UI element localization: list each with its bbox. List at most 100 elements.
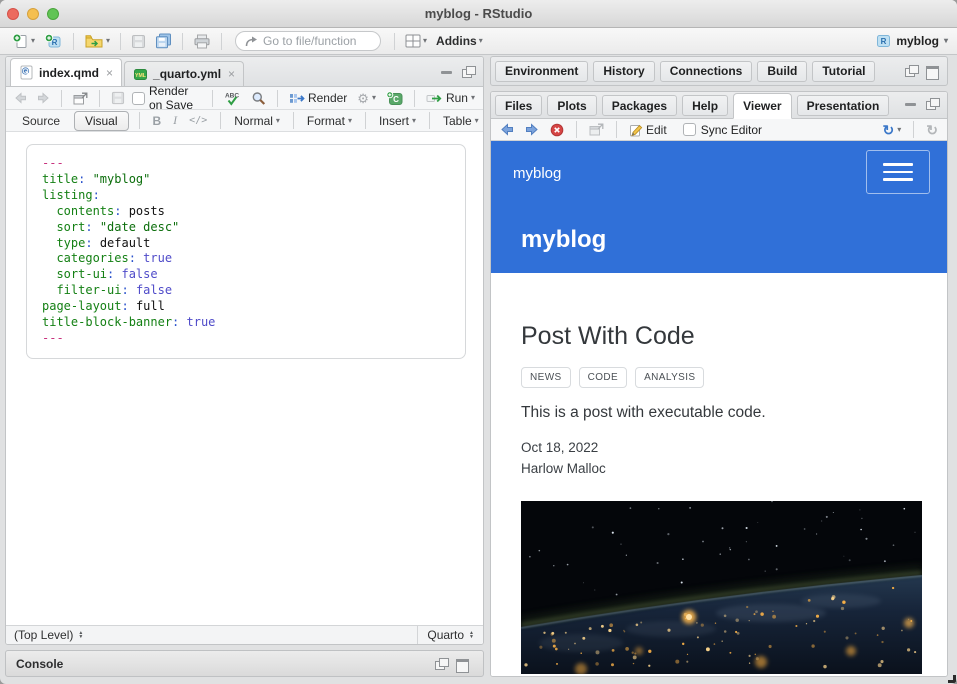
editor-tabstrip: index.qmd × YML _quarto.yml × [6, 57, 483, 87]
insert-chunk-button[interactable]: C [383, 90, 406, 107]
source-mode-toggle[interactable]: Source [14, 112, 68, 130]
visual-editor-canvas[interactable]: ---title: "myblog"listing: contents: pos… [6, 132, 483, 625]
close-tab-icon[interactable]: × [106, 66, 113, 80]
open-file-button[interactable]: ▾ [81, 31, 113, 51]
back-icon [14, 92, 27, 104]
viewer-sync-button[interactable]: ↻ ▾ [880, 122, 905, 138]
tab-build[interactable]: Build [757, 61, 807, 82]
addins-button[interactable]: Addins ▾ [433, 32, 486, 50]
render-options-button[interactable]: ⚙ ▾ [354, 91, 379, 106]
minimize-pane-icon[interactable] [439, 66, 454, 78]
caret-icon: ▾ [944, 37, 948, 45]
print-button[interactable] [190, 32, 214, 51]
workspace-panes-button[interactable]: ▾ [402, 32, 430, 50]
caret-icon: ▾ [372, 94, 376, 102]
new-project-icon: R [44, 33, 63, 50]
close-window-button[interactable] [7, 8, 19, 20]
titlebar: myblog - RStudio [0, 0, 957, 28]
render-on-save-checkbox[interactable] [132, 92, 145, 105]
tab-viewer[interactable]: Viewer [733, 93, 791, 119]
close-tab-icon[interactable]: × [228, 67, 235, 81]
tab-plots[interactable]: Plots [547, 95, 596, 116]
minimize-window-button[interactable] [27, 8, 39, 20]
maximize-pane-icon[interactable] [924, 98, 939, 110]
caret-icon: ▾ [479, 37, 483, 45]
tab-history[interactable]: History [593, 61, 654, 82]
insert-dropdown[interactable]: Insert▾ [376, 113, 419, 129]
bold-button[interactable]: B [150, 114, 165, 128]
scope-chevrons-icon: ▲▼ [78, 631, 83, 640]
maximize-pane-icon[interactable] [924, 65, 939, 77]
pane-buttons [439, 66, 479, 86]
run-button[interactable]: Run ▾ [423, 90, 478, 106]
new-file-button[interactable]: ▾ [9, 31, 38, 52]
open-in-new-window-button[interactable] [70, 91, 91, 106]
project-menu-button[interactable]: R myblog ▾ [876, 34, 948, 48]
render-button[interactable]: Render [286, 90, 350, 106]
save-button[interactable] [128, 32, 149, 51]
new-project-button[interactable]: R [41, 31, 66, 52]
hamburger-menu-button[interactable] [866, 150, 930, 194]
insert-chunk-icon: C [386, 91, 403, 106]
viewer-content: myblog myblog Post With Code NEWS CODE A… [491, 141, 947, 676]
magnifier-icon [251, 91, 266, 106]
back-icon [500, 123, 514, 136]
maximize-pane-icon[interactable] [454, 658, 469, 670]
save-all-button[interactable] [152, 31, 175, 51]
maximize-pane-icon[interactable] [460, 66, 475, 78]
sync-editor-checkbox[interactable] [683, 123, 696, 136]
post-date: Oct 18, 2022 [521, 440, 920, 455]
format-dropdown[interactable]: Format▾ [304, 113, 355, 129]
caret-icon: ▾ [423, 37, 427, 45]
code-format-button[interactable]: </> [186, 115, 210, 126]
viewer-back-button[interactable] [497, 122, 517, 137]
zoom-window-button[interactable] [47, 8, 59, 20]
tab-index-qmd[interactable]: index.qmd × [10, 58, 122, 86]
caret-icon: ▾ [897, 126, 901, 134]
tab-connections[interactable]: Connections [660, 61, 753, 82]
tab-packages[interactable]: Packages [602, 95, 677, 116]
format-label: Format [307, 114, 345, 128]
tag-news[interactable]: NEWS [521, 367, 571, 388]
scope-selector[interactable]: (Top Level) ▲▼ [6, 626, 417, 644]
back-button[interactable] [11, 91, 30, 105]
viewer-refresh-button[interactable]: ↻ [923, 122, 941, 138]
paragraph-style-label: Normal [234, 114, 273, 128]
viewer-edit-button[interactable]: Edit [626, 122, 670, 138]
viewer-popout-button[interactable] [586, 122, 607, 137]
tab-presentation[interactable]: Presentation [797, 95, 890, 116]
restore-pane-icon[interactable] [903, 65, 918, 77]
visual-mode-toggle[interactable]: Visual [74, 111, 128, 131]
viewer-stop-button[interactable] [547, 122, 567, 138]
restore-pane-icon[interactable] [433, 658, 448, 670]
hamburger-bar [883, 171, 913, 174]
find-replace-button[interactable] [248, 90, 269, 107]
tag-analysis[interactable]: ANALYSIS [635, 367, 704, 388]
tab-environment[interactable]: Environment [495, 61, 588, 82]
viewer-forward-button[interactable] [522, 122, 542, 137]
forward-button[interactable] [34, 91, 53, 105]
tab-help[interactable]: Help [682, 95, 728, 116]
editor-toolbar: Render on Save ABC Render ⚙ ▾ C Run ▾ [6, 87, 483, 110]
tab-quarto-yml[interactable]: YML _quarto.yml × [124, 61, 244, 86]
save-doc-button[interactable] [108, 90, 128, 106]
goto-file-input[interactable] [263, 34, 371, 48]
hamburger-bar [883, 178, 913, 181]
italic-button[interactable]: I [170, 113, 180, 128]
save-all-icon [155, 33, 172, 49]
blog-navbar-brand[interactable]: myblog [513, 165, 561, 182]
spellcheck-button[interactable]: ABC [221, 90, 244, 107]
minimize-pane-icon[interactable] [903, 98, 918, 110]
yaml-code-block[interactable]: ---title: "myblog"listing: contents: pos… [26, 144, 466, 359]
tab-tutorial[interactable]: Tutorial [812, 61, 875, 82]
caret-icon: ▾ [471, 94, 475, 102]
language-mode-selector[interactable]: Quarto ▲▼ [417, 626, 483, 644]
window-resize-grip[interactable] [947, 674, 957, 684]
tag-code[interactable]: CODE [579, 367, 628, 388]
paragraph-style-dropdown[interactable]: Normal▾ [231, 113, 283, 129]
source-editor-pane: index.qmd × YML _quarto.yml × Render on … [5, 56, 484, 645]
tab-files[interactable]: Files [495, 95, 542, 116]
post-title-link[interactable]: Post With Code [521, 321, 920, 351]
table-dropdown[interactable]: Table▾ [440, 113, 482, 129]
post-hero-image[interactable] [521, 501, 922, 674]
